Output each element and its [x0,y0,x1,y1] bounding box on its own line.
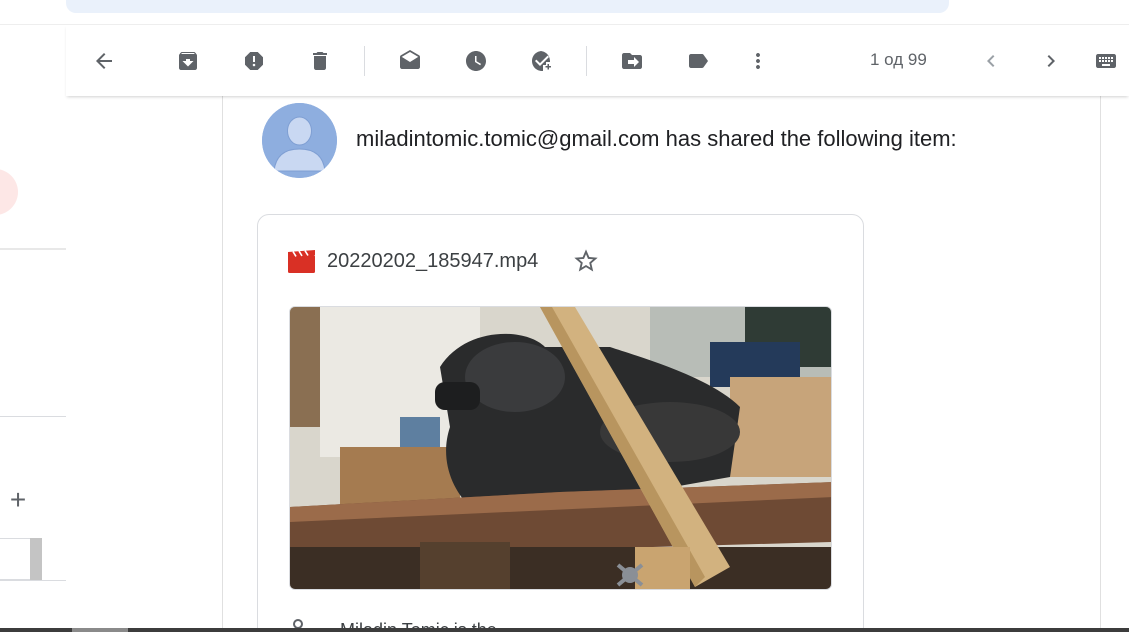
report-spam-icon [245,52,263,70]
left-sidebar: + [0,24,66,632]
toolbar-separator [364,46,365,76]
taskbar-strip [0,628,1129,632]
sender-avatar[interactable] [262,103,337,178]
star-button[interactable] [572,247,600,275]
input-tools-button[interactable] [1086,41,1126,81]
video-preview-image [290,307,831,589]
newer-button[interactable] [971,41,1011,81]
snooze-icon [466,51,486,71]
report-spam-button[interactable] [234,41,274,81]
move-to-button[interactable] [612,41,652,81]
label-icon [689,54,708,68]
sidebar-divider [0,416,66,417]
shared-item-message: miladintomic.tomic@gmail.com has shared … [356,126,957,151]
taskbar-strip-segment [72,628,128,632]
sidebar-divider [0,248,66,250]
pager-count: 1 од 99 [870,50,927,69]
snooze-button[interactable] [456,41,496,81]
star-outline-icon [574,249,598,272]
move-to-icon [622,53,642,69]
file-name-link[interactable]: 20220202_185947.mp4 [327,250,538,273]
mark-unread-button[interactable] [390,41,430,81]
more-vert-icon [756,53,760,69]
back-arrow-icon [96,53,112,69]
more-options-button[interactable] [738,41,778,81]
scrollbar[interactable] [30,538,42,580]
mark-unread-icon [400,50,420,69]
back-button[interactable] [84,41,124,81]
message-toolbar: 1 од 99 [66,25,1129,96]
older-button[interactable] [1031,41,1071,81]
add-label-icon[interactable]: + [6,486,30,514]
toolbar-separator [586,46,587,76]
archive-icon [179,52,197,70]
add-to-tasks-button[interactable] [522,41,562,81]
archive-button[interactable] [168,41,208,81]
delete-icon [313,52,327,70]
keyboard-icon [1096,54,1116,68]
video-file-icon [288,250,315,273]
delete-button[interactable] [300,41,340,81]
person-icon [262,103,337,178]
labels-button[interactable] [678,41,718,81]
gmail-message-view: + 1 од 99 miladintomic.tomic@gmail.com h… [0,0,1129,632]
chevron-left-icon [987,55,995,67]
video-thumbnail[interactable] [289,306,832,590]
compose-button[interactable] [0,169,18,215]
add-task-icon [532,51,551,71]
search-bar[interactable] [66,0,949,13]
sidebar-divider [0,580,66,581]
chevron-right-icon [1047,55,1055,67]
